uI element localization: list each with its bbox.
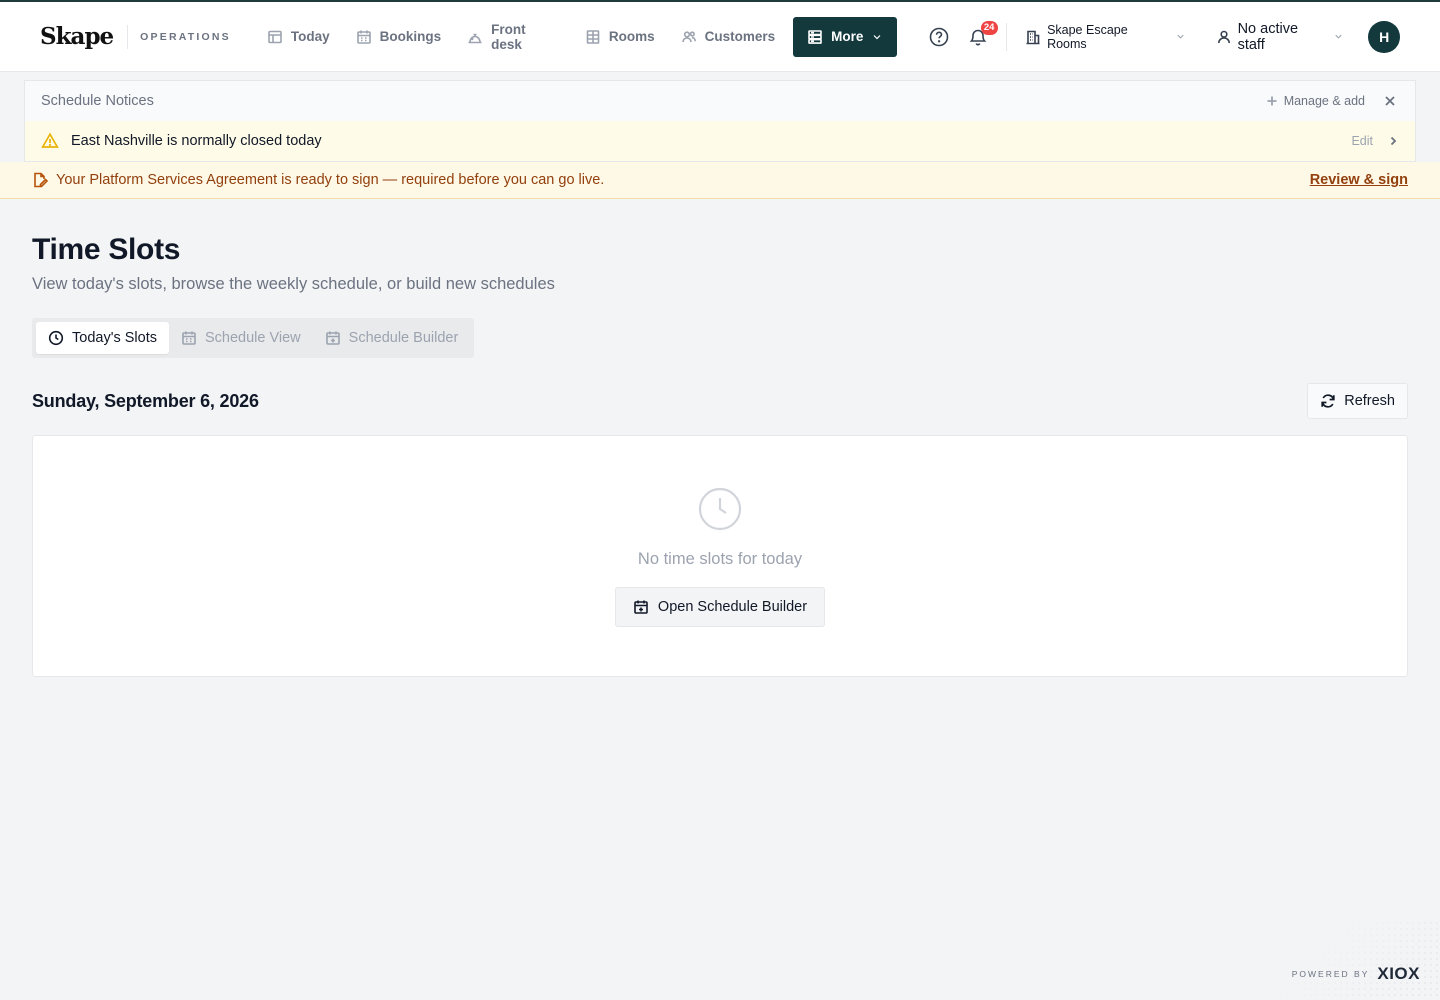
location-name: Skape Escape Rooms bbox=[1047, 22, 1128, 51]
date-header-row: Sunday, September 6, 2026 Refresh bbox=[32, 383, 1408, 419]
nav-more-button[interactable]: More bbox=[793, 16, 898, 57]
notifications-count-badge: 24 bbox=[980, 20, 998, 35]
tab-schedule-view[interactable]: Schedule View bbox=[169, 322, 313, 354]
header-divider bbox=[1006, 22, 1008, 51]
refresh-label: Refresh bbox=[1344, 393, 1395, 409]
open-schedule-builder-button[interactable]: Open Schedule Builder bbox=[614, 587, 826, 627]
users-icon bbox=[681, 29, 697, 45]
manage-add-label: Manage & add bbox=[1283, 94, 1365, 108]
staff-selector[interactable]: No active staff bbox=[1206, 17, 1355, 57]
calendar-icon bbox=[356, 29, 372, 45]
grid-icon bbox=[585, 29, 601, 45]
tab-todays-slots[interactable]: Today's Slots bbox=[36, 322, 169, 354]
page-subtitle: View today's slots, browse the weekly sc… bbox=[32, 275, 555, 293]
refresh-icon bbox=[1320, 393, 1336, 409]
decorative-dot-pattern bbox=[1260, 920, 1440, 1000]
calendar-grid-icon bbox=[181, 330, 197, 346]
user-icon bbox=[1216, 29, 1232, 45]
notice-edit-link[interactable]: Edit bbox=[1351, 134, 1373, 148]
close-notices-button[interactable] bbox=[1381, 92, 1399, 110]
desk-bell-icon bbox=[467, 29, 483, 45]
notifications-button[interactable]: 24 bbox=[959, 17, 998, 57]
chevron-down-icon bbox=[1175, 31, 1186, 42]
schedule-notices-panel: Schedule Notices Manage & add East Nashv… bbox=[24, 80, 1416, 162]
schedule-notices-title: Schedule Notices bbox=[41, 93, 154, 109]
building-icon bbox=[1025, 29, 1041, 45]
top-navigation: Skape OPERATIONS Today Bookings Front de… bbox=[0, 0, 1440, 72]
tab-schedule-view-label: Schedule View bbox=[204, 330, 301, 346]
chevron-right-icon[interactable] bbox=[1387, 135, 1399, 147]
nav-customers-label: Customers bbox=[704, 29, 776, 44]
agreement-banner: Your Platform Services Agreement is read… bbox=[0, 162, 1440, 199]
nav-today[interactable]: Today bbox=[253, 17, 342, 57]
powered-by-label: POWERED BY bbox=[1291, 969, 1370, 979]
server-stack-icon bbox=[807, 29, 823, 45]
refresh-button[interactable]: Refresh bbox=[1307, 383, 1408, 419]
today-icon bbox=[267, 29, 283, 45]
powered-by-brand: XIOX bbox=[1377, 964, 1420, 983]
tab-todays-slots-label: Today's Slots bbox=[72, 330, 157, 346]
brand-logo[interactable]: Skape bbox=[40, 24, 129, 49]
close-icon bbox=[1384, 95, 1396, 107]
location-selector[interactable]: Skape Escape Rooms bbox=[1015, 17, 1196, 57]
nav-front-desk-label: Front desk bbox=[491, 21, 526, 52]
notice-text: East Nashville is normally closed today bbox=[71, 133, 322, 149]
agreement-text: Your Platform Services Agreement is read… bbox=[56, 172, 605, 188]
view-tabs: Today's Slots Schedule View Schedule Bui… bbox=[32, 318, 475, 358]
user-avatar[interactable]: H bbox=[1368, 20, 1401, 53]
notice-item[interactable]: East Nashville is normally closed today … bbox=[25, 121, 1415, 161]
empty-state-card: No time slots for today Open Schedule Bu… bbox=[32, 435, 1408, 677]
warning-triangle-icon bbox=[41, 132, 59, 150]
schedule-notices-header: Schedule Notices Manage & add bbox=[25, 81, 1415, 121]
plus-icon bbox=[1266, 95, 1278, 107]
staff-name: No active staff bbox=[1237, 20, 1299, 53]
powered-by[interactable]: POWERED BY XIOX bbox=[1292, 964, 1420, 984]
chevron-down-icon bbox=[1333, 31, 1344, 42]
manage-add-button[interactable]: Manage & add bbox=[1266, 94, 1365, 108]
current-date: Sunday, September 6, 2026 bbox=[32, 390, 259, 411]
nav-today-label: Today bbox=[290, 29, 330, 44]
document-sign-icon bbox=[32, 172, 48, 188]
help-circle-icon bbox=[929, 27, 949, 47]
clock-icon bbox=[697, 486, 743, 532]
brand-section-label: OPERATIONS bbox=[140, 30, 231, 43]
nav-customers[interactable]: Customers bbox=[667, 17, 788, 57]
nav-rooms[interactable]: Rooms bbox=[571, 17, 667, 57]
empty-state-text: No time slots for today bbox=[637, 550, 803, 568]
calendar-plus-icon bbox=[325, 330, 341, 346]
clock-icon bbox=[48, 330, 64, 346]
nav-bookings-label: Bookings bbox=[379, 29, 442, 44]
nav-rooms-label: Rooms bbox=[608, 29, 655, 44]
help-button[interactable] bbox=[919, 17, 958, 57]
nav-more-label: More bbox=[831, 29, 864, 44]
tab-schedule-builder[interactable]: Schedule Builder bbox=[313, 322, 471, 354]
nav-bookings[interactable]: Bookings bbox=[342, 17, 454, 57]
tab-schedule-builder-label: Schedule Builder bbox=[348, 330, 459, 346]
open-schedule-builder-label: Open Schedule Builder bbox=[657, 599, 808, 615]
nav-front-desk[interactable]: Front desk bbox=[453, 17, 571, 57]
review-sign-link[interactable]: Review & sign bbox=[1310, 172, 1408, 188]
chevron-down-icon bbox=[871, 31, 883, 43]
calendar-plus-icon bbox=[633, 599, 649, 615]
main-content: Time Slots View today's slots, browse th… bbox=[0, 233, 1440, 677]
page-title: Time Slots bbox=[32, 233, 181, 266]
